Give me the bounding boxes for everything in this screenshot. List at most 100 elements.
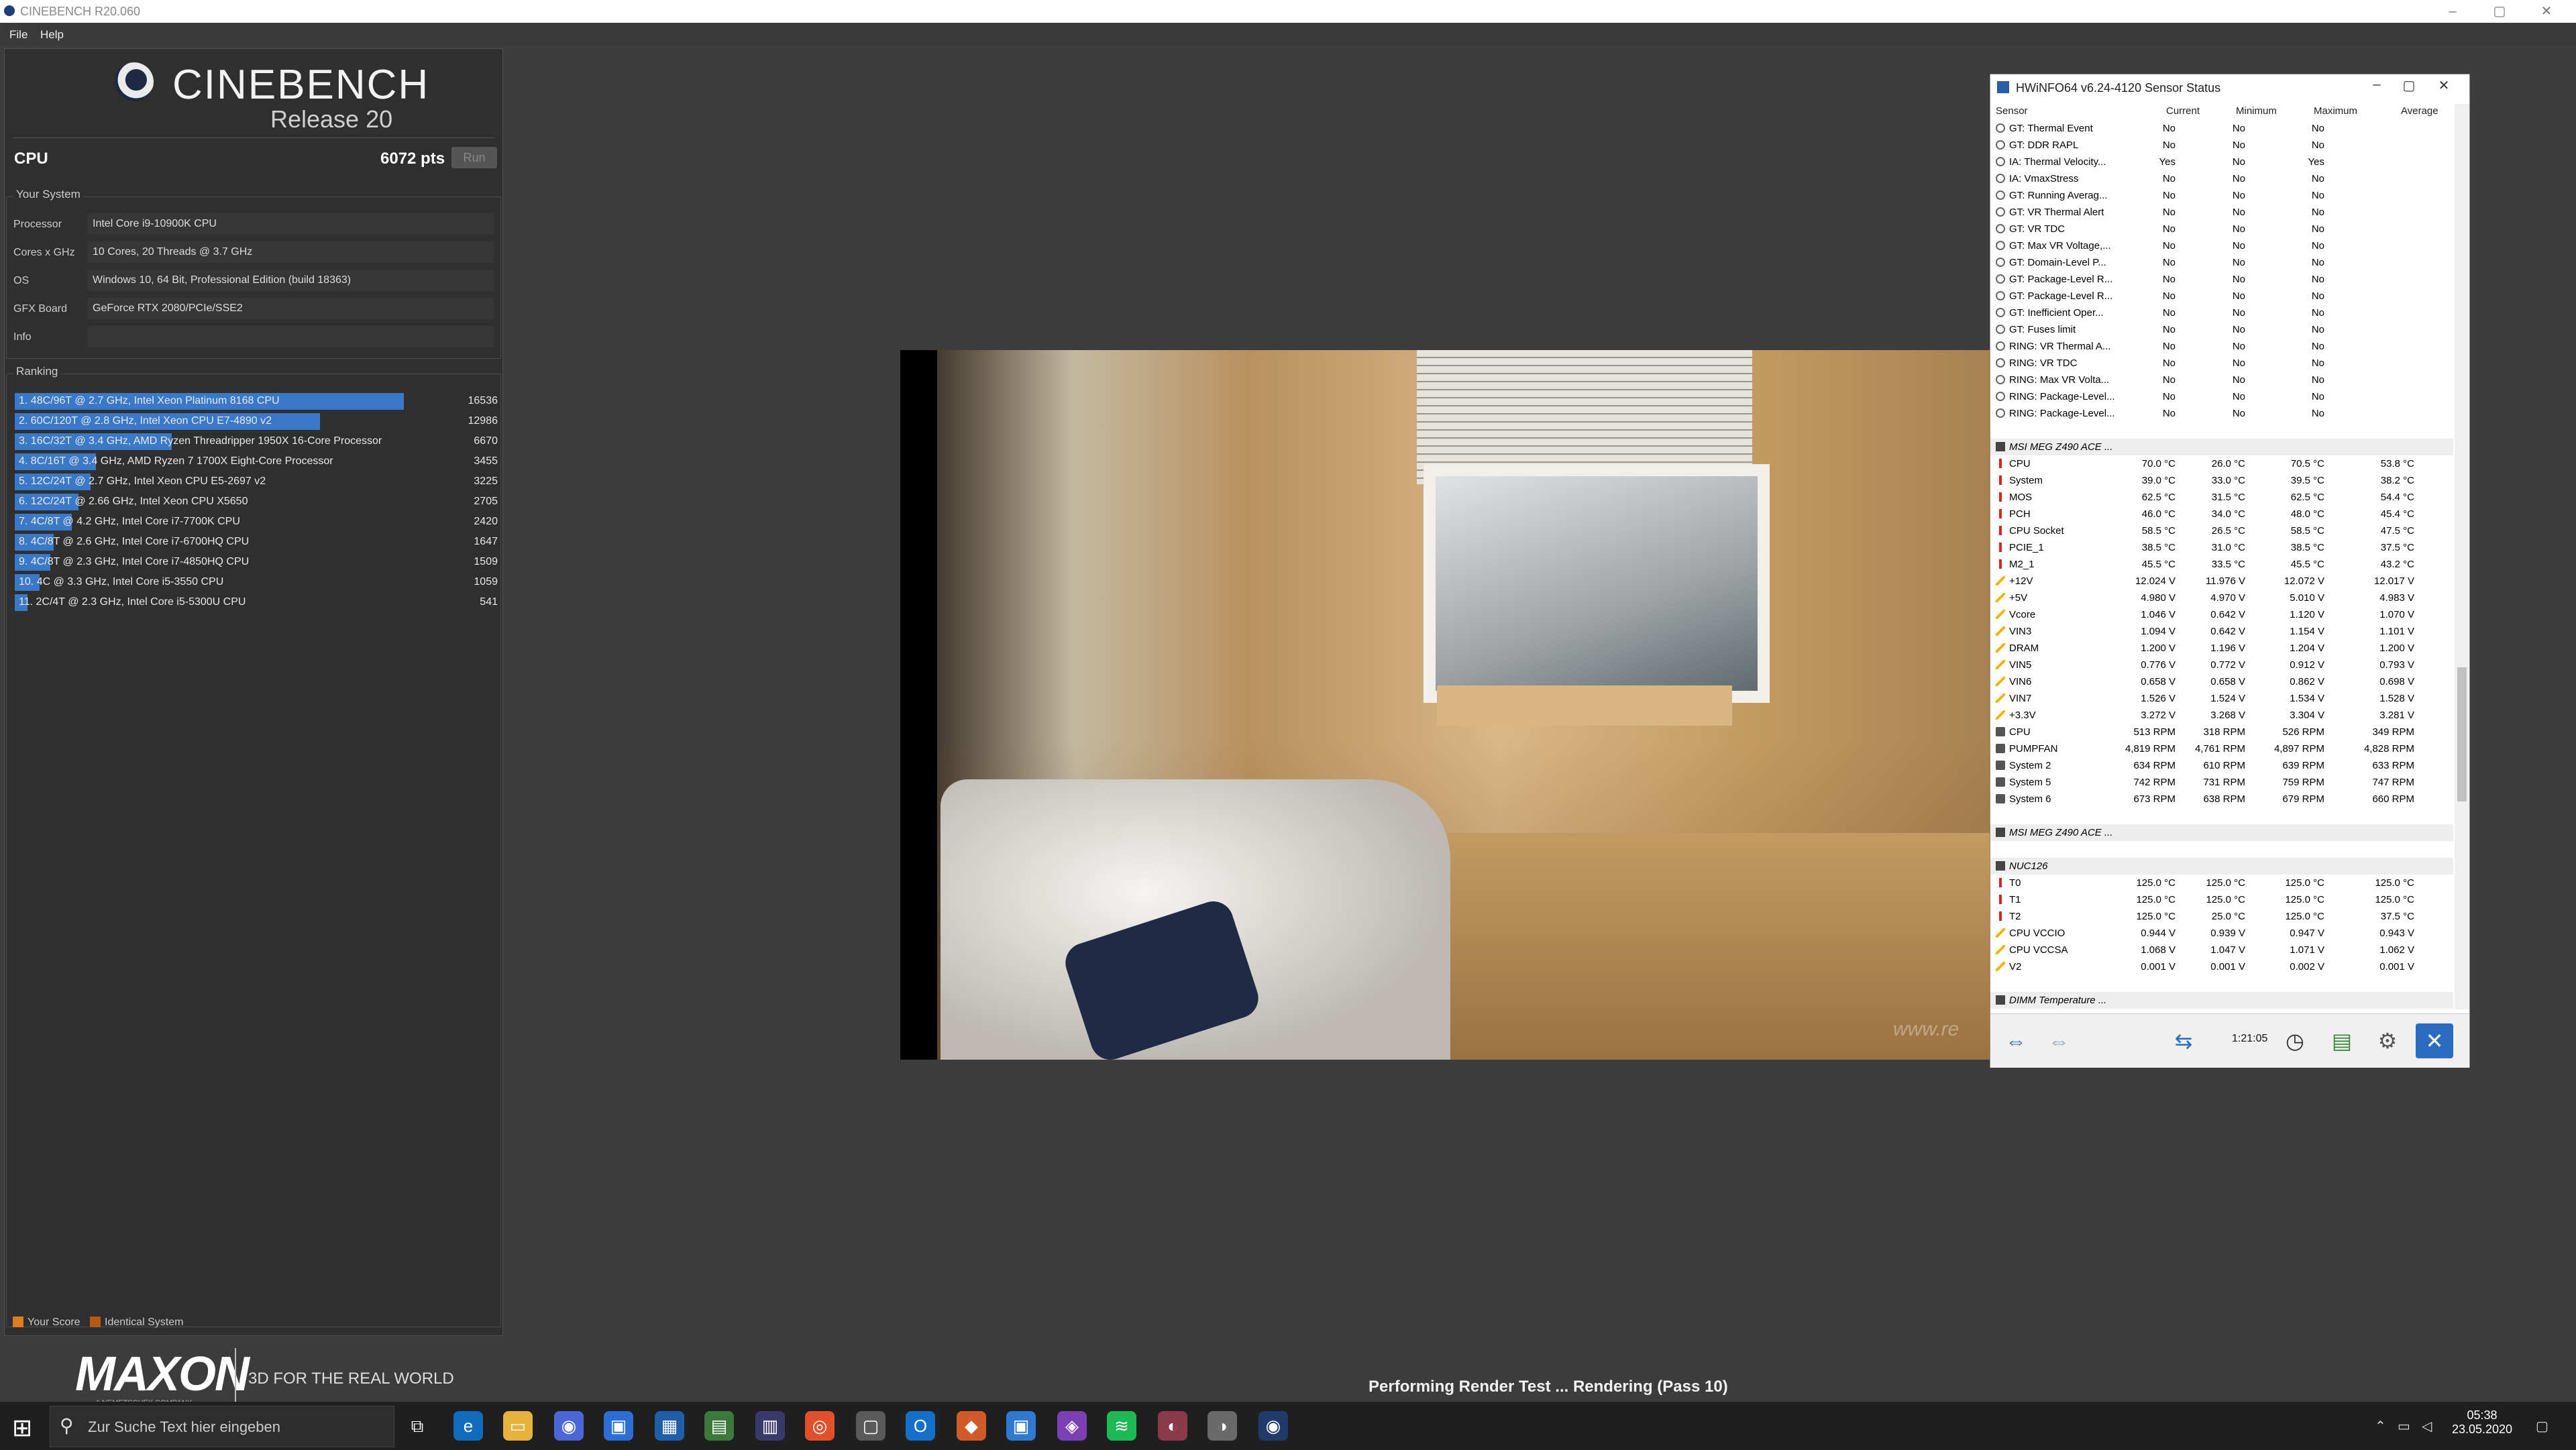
sensor-row[interactable]: Vcore 1.046 V 0.642 V 1.120 V 1.070 V [1990,606,2453,623]
sensor-row[interactable]: IA: Thermal Velocity... Yes No Yes [1990,154,2453,170]
app-icon[interactable]: ◑ [1208,1411,1237,1441]
sensor-row[interactable]: RING: Package-Level... No No No [1990,405,2453,422]
sensor-row[interactable]: V2 0.001 V 0.001 V 0.002 V 0.001 V [1990,958,2453,975]
sensor-row[interactable]: RING: VR Thermal A... No No No [1990,338,2453,355]
ranking-row[interactable]: 10. 4C @ 3.3 GHz, Intel Core i5-3550 CPU… [15,573,498,592]
edge-icon[interactable]: e [453,1411,483,1441]
maximize-icon[interactable]: ▢ [2486,1,2513,21]
ranking-row[interactable]: 4. 8C/16T @ 3.4 GHz, AMD Ryzen 7 1700X E… [15,452,498,471]
close-sensors-icon[interactable]: ✕ [2416,1023,2453,1058]
column-minimum[interactable]: Minimum [2236,105,2277,117]
minimize-icon[interactable]: – [2363,77,2390,93]
sensor-row[interactable]: GT: Package-Level R... No No No [1990,271,2453,288]
app-icon[interactable]: ◈ [1057,1411,1087,1441]
sensor-row[interactable]: CPU Socket 58.5 °C 26.5 °C 58.5 °C 47.5 °C [1990,522,2453,539]
windows-start-icon[interactable]: ⊞ [12,1414,32,1442]
menu-file[interactable]: File [9,28,28,42]
ranking-row[interactable]: 2. 60C/120T @ 2.8 GHz, Intel Xeon CPU E7… [15,412,498,431]
network-icon[interactable]: ⇆ [2165,1023,2202,1058]
column-sensor[interactable]: Sensor [1996,105,2028,117]
sensor-row[interactable]: GT: VR Thermal Alert No No No [1990,204,2453,221]
volume-icon[interactable]: ◁ [2422,1418,2432,1435]
sensor-row[interactable]: GT: Package-Level R... No No No [1990,288,2453,304]
menu-help[interactable]: Help [40,28,64,42]
cinebench-taskbar-icon[interactable]: ◉ [1258,1411,1288,1441]
nav-arrows-alt-icon[interactable]: ⇔ [2040,1023,2078,1058]
sensor-row[interactable]: T2 125.0 °C 25.0 °C 125.0 °C 37.5 °C [1990,908,2453,925]
outlook-icon[interactable]: O [906,1411,935,1441]
sensor-row[interactable]: RING: Package-Level... No No No [1990,388,2453,405]
sensor-row[interactable]: VIN5 0.776 V 0.772 V 0.912 V 0.793 V [1990,657,2453,673]
sensor-row[interactable]: VIN3 1.094 V 0.642 V 1.154 V 1.101 V [1990,623,2453,640]
task-view-icon[interactable]: ⧉ [402,1411,432,1441]
sensor-row[interactable]: DRAM 1.200 V 1.196 V 1.204 V 1.200 V [1990,640,2453,657]
ranking-row[interactable]: 7. 4C/8T @ 4.2 GHz, Intel Core i7-7700K … [15,512,498,531]
sensor-row[interactable]: CPU VCCSA 1.068 V 1.047 V 1.071 V 1.062 V [1990,942,2453,958]
column-current[interactable]: Current [2166,105,2200,117]
sensor-row[interactable]: T0 125.0 °C 125.0 °C 125.0 °C 125.0 °C [1990,875,2453,891]
file-explorer-icon[interactable]: ▭ [503,1411,533,1441]
sensor-row[interactable]: VIN7 1.526 V 1.524 V 1.534 V 1.528 V [1990,690,2453,707]
sensor-group-row[interactable]: MSI MEG Z490 ACE ... [1990,439,2453,455]
sensor-row[interactable]: System 6 673 RPM 638 RPM 679 RPM 660 RPM [1990,791,2453,807]
sensor-row[interactable]: GT: Thermal Event No No No [1990,120,2453,137]
sensor-group-row[interactable]: NUC126 [1990,858,2453,875]
app-icon[interactable]: ▣ [1006,1411,1036,1441]
sensor-row[interactable]: System 2 634 RPM 610 RPM 639 RPM 633 RPM [1990,757,2453,774]
hwinfo-scrollbar[interactable] [2455,104,2469,1009]
sensor-row[interactable]: RING: Max VR Volta... No No No [1990,372,2453,388]
sensor-row[interactable]: CPU 513 RPM 318 RPM 526 RPM 349 RPM [1990,724,2453,740]
sensor-row[interactable]: GT: VR TDC No No No [1990,221,2453,237]
sensor-row[interactable]: PCH 46.0 °C 34.0 °C 48.0 °C 45.4 °C [1990,506,2453,522]
sensor-row[interactable]: PUMPFAN 4,819 RPM 4,761 RPM 4,897 RPM 4,828 … [1990,740,2453,757]
sensor-row[interactable]: RING: VR TDC No No No [1990,355,2453,372]
info-field[interactable] [87,326,494,347]
ubuntu-icon[interactable]: ◎ [805,1411,835,1441]
ranking-row[interactable]: 1. 48C/96T @ 2.7 GHz, Intel Xeon Platinu… [15,392,498,410]
app-icon[interactable]: ◐ [1158,1411,1187,1441]
sensor-row[interactable]: M2_1 45.5 °C 33.5 °C 45.5 °C 43.2 °C [1990,556,2453,573]
sensor-row[interactable]: T1 125.0 °C 125.0 °C 125.0 °C 125.0 °C [1990,891,2453,908]
tray-chevron-icon[interactable]: ⌃ [2375,1418,2386,1435]
sensor-group-row[interactable]: MSI MEG Z490 ACE ... [1990,824,2453,841]
sensor-row[interactable]: GT: DDR RAPL No No No [1990,137,2453,154]
sensor-row[interactable]: PCIE_1 38.5 °C 31.0 °C 38.5 °C 37.5 °C [1990,539,2453,556]
ranking-row[interactable]: 8. 4C/8T @ 2.6 GHz, Intel Core i7-6700HQ… [15,533,498,551]
sensor-row[interactable]: GT: Fuses limit No No No [1990,321,2453,338]
sensor-row[interactable]: System 39.0 °C 33.0 °C 39.5 °C 38.2 °C [1990,472,2453,489]
sensor-row[interactable]: +3.3V 3.272 V 3.268 V 3.304 V 3.281 V [1990,707,2453,724]
ranking-row[interactable]: 3. 16C/32T @ 3.4 GHz, AMD Ryzen Threadri… [15,432,498,451]
spotify-icon[interactable]: ≋ [1107,1411,1136,1441]
sensor-row[interactable]: +12V 12.024 V 11.976 V 12.072 V 12.017 V [1990,573,2453,590]
ranking-row[interactable]: 9. 4C/8T @ 2.3 GHz, Intel Core i7-4850HQ… [15,553,498,571]
ranking-row[interactable]: 6. 12C/24T @ 2.66 GHz, Intel Xeon CPU X5… [15,492,498,511]
sensor-row[interactable]: CPU 70.0 °C 26.0 °C 70.5 °C 53.8 °C [1990,455,2453,472]
maximize-icon[interactable]: ▢ [2396,77,2422,94]
close-icon[interactable]: ✕ [2430,77,2457,94]
app-icon[interactable]: ▤ [704,1411,734,1441]
network-tray-icon[interactable]: ▭ [2398,1418,2410,1435]
ranking-row[interactable]: 5. 12C/24T @ 2.7 GHz, Intel Xeon CPU E5-… [15,472,498,491]
sensor-row[interactable]: VIN6 0.658 V 0.658 V 0.862 V 0.698 V [1990,673,2453,690]
sensor-row[interactable]: +5V 4.980 V 4.970 V 5.010 V 4.983 V [1990,590,2453,606]
sensor-row[interactable]: CPU VCCIO 0.944 V 0.939 V 0.947 V 0.943 V [1990,925,2453,942]
sensor-row[interactable]: GT: Inefficient Oper... No No No [1990,304,2453,321]
store-icon[interactable]: ▣ [604,1411,633,1441]
ranking-row[interactable]: 11. 2C/4T @ 2.3 GHz, Intel Core i5-5300U… [15,593,498,612]
sensor-row[interactable]: MOS 62.5 °C 31.5 °C 62.5 °C 54.4 °C [1990,489,2453,506]
firefox-icon[interactable]: ◉ [554,1411,584,1441]
clock-icon[interactable]: ◷ [2276,1023,2314,1058]
hwinfo-taskbar-icon[interactable]: ▥ [755,1411,785,1441]
nav-arrows-icon[interactable]: ⇔ [1997,1023,2035,1058]
sensor-row[interactable]: GT: Max VR Voltage,... No No No [1990,237,2453,254]
close-icon[interactable]: ✕ [2533,1,2560,21]
sensor-row[interactable]: GT: Running Averag... No No No [1990,187,2453,204]
taskbar-search[interactable]: ⚲ Zur Suche Text hier eingeben [50,1406,394,1447]
app-icon[interactable]: ◆ [957,1411,986,1441]
sensor-group-row[interactable]: DIMM Temperature ... [1990,992,2453,1009]
scrollbar-thumb[interactable] [2457,667,2467,801]
run-button[interactable]: Run [451,147,497,168]
system-clock[interactable]: 05:38 23.05.2020 [2442,1408,2522,1437]
app-icon[interactable]: ▦ [655,1411,684,1441]
sensor-row[interactable]: System 5 742 RPM 731 RPM 759 RPM 747 RPM [1990,774,2453,791]
